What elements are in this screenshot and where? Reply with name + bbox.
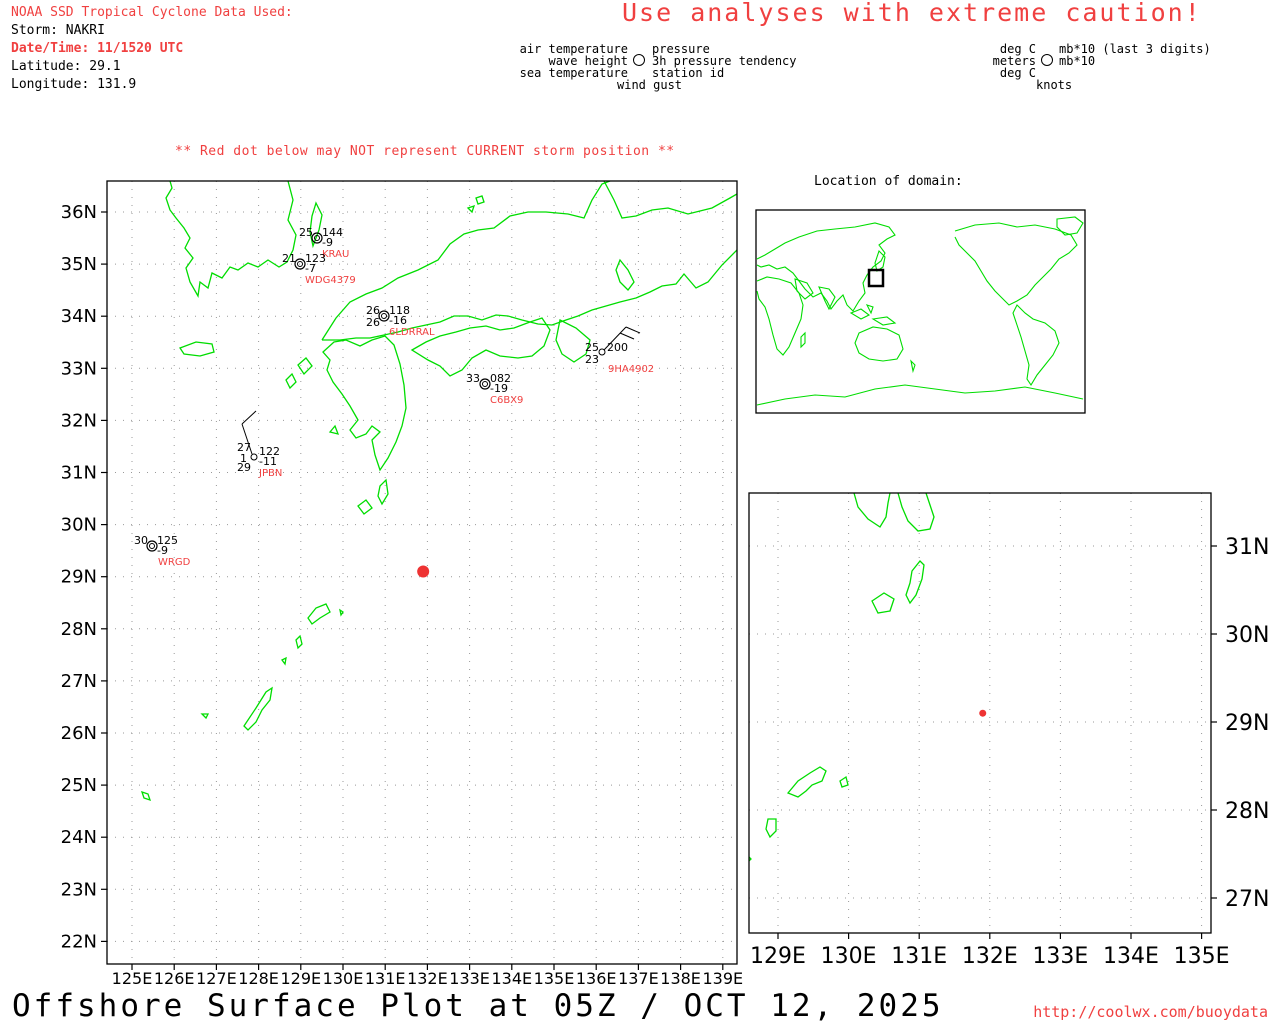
inset-lat-label-28N: 28N: [1225, 799, 1269, 824]
domain-label: Location of domain:: [814, 174, 963, 189]
inset-lon-label-130E: 130E: [821, 944, 877, 969]
main-lat-label-34N: 34N: [61, 306, 97, 327]
station-jpbn-id: JPBN: [258, 468, 282, 479]
main-lon-label-127E: 127E: [196, 969, 237, 988]
inset-lon-labels: 129E 130E 131E 132E 133E 134E 135E: [750, 944, 1230, 969]
main-lat-label-26N: 26N: [61, 723, 97, 744]
main-lat-label-25N: 25N: [61, 775, 97, 796]
legend-station-circle-icon: [633, 54, 645, 66]
station-wrgd[interactable]: 30 125 -9 WRGD: [134, 534, 191, 568]
main-lon-label-125E: 125E: [112, 969, 153, 988]
inset-lon-label-133E: 133E: [1032, 944, 1088, 969]
station-6ldrral-tendency: -16: [389, 314, 407, 327]
storm-name: Storm: NAKRI: [11, 23, 105, 38]
storm-position-note: ** Red dot below may NOT represent CURRE…: [175, 144, 675, 159]
main-lon-label-137E: 137E: [618, 969, 659, 988]
main-lon-label-136E: 136E: [576, 969, 617, 988]
main-lat-label-23N: 23N: [61, 879, 97, 900]
inset-lon-label-135E: 135E: [1174, 944, 1230, 969]
station-9ha4902-sea: 23: [585, 353, 599, 366]
station-6ldrral-id: 6LDRRAL: [389, 327, 435, 338]
main-lon-label-134E: 134E: [491, 969, 532, 988]
units-deg-c-bottom: deg C: [999, 66, 1036, 80]
station-9ha4902-pressure: 200: [607, 341, 628, 354]
main-lon-label-129E: 129E: [280, 969, 321, 988]
main-lat-label-35N: 35N: [61, 254, 97, 275]
caution-banner: Use analyses with extreme caution!: [622, 0, 1202, 27]
main-lon-label-132E: 132E: [407, 969, 448, 988]
station-jpbn-sea: 29: [237, 461, 251, 474]
inset-lon-label-129E: 129E: [750, 944, 806, 969]
main-lat-label-27N: 27N: [61, 671, 97, 692]
source-url[interactable]: http://coolwx.com/buoydata: [1033, 1003, 1268, 1021]
station-9ha4902-id: 9HA4902: [608, 364, 654, 375]
main-lon-label-138E: 138E: [660, 969, 701, 988]
station-9ha4902[interactable]: 25 23 200 9HA4902: [585, 326, 654, 375]
units-knots: knots: [1036, 78, 1073, 92]
main-lat-label-28N: 28N: [61, 619, 97, 640]
main-map-ticks: [101, 211, 724, 970]
main-lat-label-22N: 22N: [61, 931, 97, 952]
station-wdg4379-id: WDG4379: [305, 275, 356, 286]
inset-lat-label-27N: 27N: [1225, 887, 1269, 912]
world-locator-map: [755, 209, 1086, 414]
legend-sea-temp: sea temperature: [519, 66, 628, 80]
main-lat-label-31N: 31N: [61, 463, 97, 484]
storm-longitude: Longitude: 131.9: [11, 77, 137, 92]
main-lat-label-32N: 32N: [61, 410, 97, 431]
main-map: 125E 126E 127E 128E 129E 130E 131E 132E 133E 134E…: [61, 180, 743, 988]
main-lat-label-36N: 36N: [61, 202, 97, 223]
station-wdg4379-tendency: -7: [305, 262, 316, 275]
main-lat-label-24N: 24N: [61, 827, 97, 848]
plot-title: Offshore Surface Plot at 05Z / OCT 12, 2…: [12, 988, 944, 1024]
inset-lat-labels: 31N 30N 29N 28N 27N: [1225, 535, 1269, 912]
inset-map: 129E 130E 131E 132E 133E 134E 135E 31N 30N 29N 28…: [748, 492, 1269, 969]
storm-position-marker: [417, 565, 430, 578]
station-wrgd-id: WRGD: [158, 557, 191, 568]
source-label: NOAA SSD Tropical Cyclone Data Used:: [11, 5, 293, 20]
legend-wind-gust: wind gust: [617, 78, 683, 92]
inset-lat-label-29N: 29N: [1225, 711, 1269, 736]
storm-datetime: Date/Time: 11/1520 UTC: [11, 41, 184, 56]
main-lon-label-131E: 131E: [365, 969, 406, 988]
main-lat-label-29N: 29N: [61, 567, 97, 588]
station-wrgd-tendency: -9: [157, 544, 168, 557]
inset-lon-label-134E: 134E: [1103, 944, 1159, 969]
station-wdg4379-air: 21: [282, 252, 296, 265]
inset-storm-position-marker: [979, 709, 987, 717]
main-lon-label-139E: 139E: [702, 969, 743, 988]
main-lon-label-135E: 135E: [534, 969, 575, 988]
main-lon-label-128E: 128E: [238, 969, 279, 988]
units-mb10: mb*10: [1059, 54, 1096, 68]
station-krau-id: KRAU: [322, 249, 349, 260]
storm-latitude: Latitude: 29.1: [11, 59, 121, 74]
inset-lon-label-131E: 131E: [891, 944, 947, 969]
inset-lon-label-132E: 132E: [962, 944, 1018, 969]
station-jpbn[interactable]: 27 1 29 122 -11 JPBN: [237, 410, 282, 479]
main-lat-label-33N: 33N: [61, 358, 97, 379]
main-lon-label-126E: 126E: [154, 969, 195, 988]
station-c6bx9-air: 33: [466, 372, 480, 385]
station-jpbn-tendency: -11: [259, 455, 277, 468]
main-lon-label-133E: 133E: [449, 969, 490, 988]
inset-lat-label-30N: 30N: [1225, 623, 1269, 648]
main-lat-labels: 36N 35N 34N 33N 32N 31N 30N 29N 28N 27N 26N 25N 24N 2…: [61, 202, 97, 952]
inset-lat-label-31N: 31N: [1225, 535, 1269, 560]
main-map-coastlines: [140, 181, 737, 802]
inset-map-ticks: [777, 545, 1217, 939]
station-c6bx9-tendency: -19: [490, 382, 508, 395]
units-station-circle-icon: [1041, 54, 1053, 66]
station-c6bx9-id: C6BX9: [490, 395, 523, 406]
station-6ldrral[interactable]: 26 26 118 -16 6LDRRAL: [366, 304, 435, 338]
station-6ldrral-sea: 26: [366, 316, 380, 329]
station-krau-tendency: -9: [322, 236, 333, 249]
main-lon-labels: 125E 126E 127E 128E 129E 130E 131E 132E 133E 134E…: [112, 969, 743, 988]
station-krau-air: 25: [299, 226, 313, 239]
main-lon-label-130E: 130E: [323, 969, 364, 988]
station-c6bx9[interactable]: 33 082 -19 C6BX9: [466, 372, 523, 406]
main-lat-label-30N: 30N: [61, 515, 97, 536]
inset-map-coastlines: [749, 493, 935, 862]
station-wrgd-air: 30: [134, 534, 148, 547]
